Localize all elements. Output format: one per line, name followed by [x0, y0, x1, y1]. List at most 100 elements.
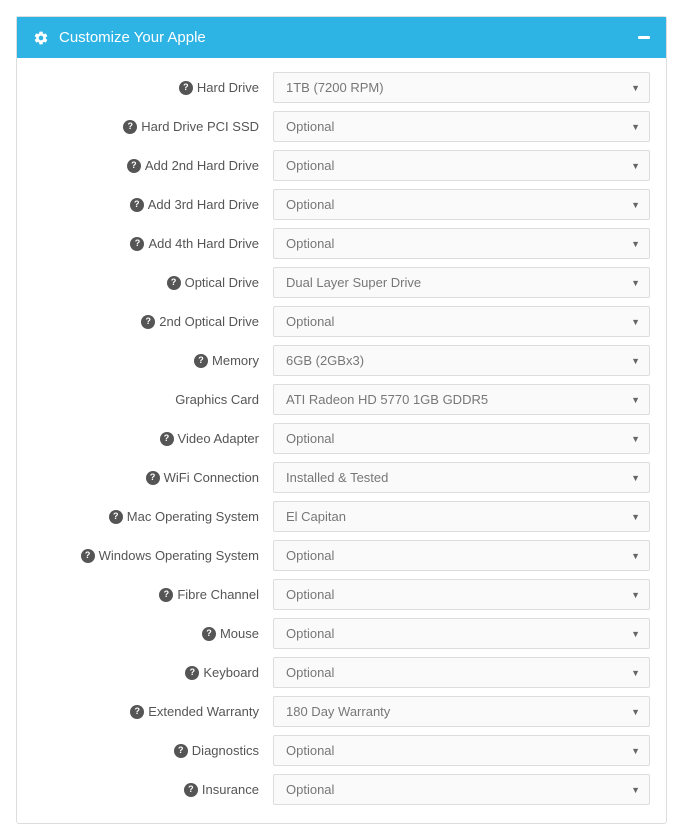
label-mouse: ? Mouse [33, 626, 273, 641]
select-fibre-channel[interactable]: Optional [273, 579, 650, 610]
select-diagnostics[interactable]: Optional [273, 735, 650, 766]
select-mac-os[interactable]: El Capitan [273, 501, 650, 532]
select-add-2nd-hard-drive[interactable]: Optional [273, 150, 650, 181]
label-text: Fibre Channel [177, 587, 259, 602]
label-text: Optical Drive [185, 275, 259, 290]
select-mouse[interactable]: Optional [273, 618, 650, 649]
help-icon[interactable]: ? [123, 120, 137, 134]
panel-body: ? Hard Drive 1TB (7200 RPM)▼? Hard Drive PC… [17, 58, 666, 823]
label-text: Add 4th Hard Drive [148, 236, 259, 251]
help-icon[interactable]: ? [179, 81, 193, 95]
form-row-video-adapter: ? Video Adapter Optional▼ [33, 423, 650, 454]
collapse-icon[interactable] [638, 36, 650, 39]
label-text: Memory [212, 353, 259, 368]
select-wrap-video-adapter: Optional▼ [273, 423, 650, 454]
label-text: Hard Drive [197, 80, 259, 95]
label-text: 2nd Optical Drive [159, 314, 259, 329]
form-row-insurance: ?InsuranceOptional▼ [33, 774, 650, 805]
select-keyboard[interactable]: Optional [273, 657, 650, 688]
help-icon[interactable]: ? [109, 510, 123, 524]
panel-header: Customize Your Apple [17, 17, 666, 58]
select-wrap-extended-warranty: 180 Day Warranty▼ [273, 696, 650, 727]
form-row-graphics-card: Graphics Card ATI Radeon HD 5770 1GB GDDR… [33, 384, 650, 415]
select-video-adapter[interactable]: Optional [273, 423, 650, 454]
label-text: Keyboard [203, 665, 259, 680]
help-icon[interactable]: ? [130, 198, 144, 212]
label-text: Mouse [220, 626, 259, 641]
form-row-add-4th-hard-drive: ? Add 4th Hard Drive Optional▼ [33, 228, 650, 259]
label-hard-drive: ? Hard Drive [33, 80, 273, 95]
select-optical-drive[interactable]: Dual Layer Super Drive [273, 267, 650, 298]
form-row-fibre-channel: ?Fibre ChannelOptional▼ [33, 579, 650, 610]
label-extended-warranty: ?Extended Warranty [33, 704, 273, 719]
label-optical-drive: ? Optical Drive [33, 275, 273, 290]
select-wrap-2nd-optical-drive: Optional▼ [273, 306, 650, 337]
form-row-hard-drive: ? Hard Drive 1TB (7200 RPM)▼ [33, 72, 650, 103]
select-memory[interactable]: 6GB (2GBx3) [273, 345, 650, 376]
label-add-3rd-hard-drive: ? Add 3rd Hard Drive [33, 197, 273, 212]
help-icon[interactable]: ? [159, 588, 173, 602]
select-wrap-graphics-card: ATI Radeon HD 5770 1GB GDDR5▼ [273, 384, 650, 415]
select-wrap-windows-os: Optional▼ [273, 540, 650, 571]
help-icon[interactable]: ? [130, 705, 144, 719]
help-icon[interactable]: ? [130, 237, 144, 251]
select-wrap-memory: 6GB (2GBx3)▼ [273, 345, 650, 376]
select-hard-drive-pci-ssd[interactable]: Optional [273, 111, 650, 142]
help-icon[interactable]: ? [160, 432, 174, 446]
form-row-wifi-connection: ? WiFi Connection Installed & Tested▼ [33, 462, 650, 493]
label-text: Hard Drive PCI SSD [141, 119, 259, 134]
select-wrap-mouse: Optional▼ [273, 618, 650, 649]
gear-icon [33, 30, 49, 46]
select-wrap-diagnostics: Optional▼ [273, 735, 650, 766]
label-text: Diagnostics [192, 743, 259, 758]
select-wrap-add-4th-hard-drive: Optional▼ [273, 228, 650, 259]
help-icon[interactable]: ? [194, 354, 208, 368]
select-extended-warranty[interactable]: 180 Day Warranty [273, 696, 650, 727]
form-row-windows-os: ?Windows Operating SystemOptional▼ [33, 540, 650, 571]
form-row-add-2nd-hard-drive: ?Add 2nd Hard DriveOptional▼ [33, 150, 650, 181]
help-icon[interactable]: ? [141, 315, 155, 329]
help-icon[interactable]: ? [185, 666, 199, 680]
select-wrap-add-2nd-hard-drive: Optional▼ [273, 150, 650, 181]
select-wrap-keyboard: Optional▼ [273, 657, 650, 688]
select-wrap-hard-drive: 1TB (7200 RPM)▼ [273, 72, 650, 103]
select-2nd-optical-drive[interactable]: Optional [273, 306, 650, 337]
label-fibre-channel: ? Fibre Channel [33, 587, 273, 602]
select-wrap-hard-drive-pci-ssd: Optional▼ [273, 111, 650, 142]
label-hard-drive-pci-ssd: ? Hard Drive PCI SSD [33, 119, 273, 134]
label-graphics-card: Graphics Card [33, 392, 273, 407]
label-text: Insurance [202, 782, 259, 797]
select-wrap-wifi-connection: Installed & Tested▼ [273, 462, 650, 493]
label-text: Video Adapter [178, 431, 259, 446]
label-windows-os: ?Windows Operating System [33, 548, 273, 563]
form-row-diagnostics: ? Diagnostics Optional▼ [33, 735, 650, 766]
form-row-memory: ? Memory 6GB (2GBx3)▼ [33, 345, 650, 376]
select-windows-os[interactable]: Optional [273, 540, 650, 571]
select-insurance[interactable]: Optional [273, 774, 650, 805]
form-row-mouse: ? Mouse Optional▼ [33, 618, 650, 649]
help-icon[interactable]: ? [184, 783, 198, 797]
select-graphics-card[interactable]: ATI Radeon HD 5770 1GB GDDR5 [273, 384, 650, 415]
help-icon[interactable]: ? [127, 159, 141, 173]
form-row-keyboard: ? Keyboard Optional▼ [33, 657, 650, 688]
label-diagnostics: ? Diagnostics [33, 743, 273, 758]
help-icon[interactable]: ? [81, 549, 95, 563]
select-add-4th-hard-drive[interactable]: Optional [273, 228, 650, 259]
form-row-2nd-optical-drive: ? 2nd Optical Drive Optional▼ [33, 306, 650, 337]
help-icon[interactable]: ? [174, 744, 188, 758]
select-add-3rd-hard-drive[interactable]: Optional [273, 189, 650, 220]
select-wifi-connection[interactable]: Installed & Tested [273, 462, 650, 493]
help-icon[interactable]: ? [202, 627, 216, 641]
label-text: Mac Operating System [127, 509, 259, 524]
label-text: Graphics Card [175, 392, 259, 407]
label-video-adapter: ? Video Adapter [33, 431, 273, 446]
label-text: WiFi Connection [164, 470, 259, 485]
select-wrap-optical-drive: Dual Layer Super Drive▼ [273, 267, 650, 298]
label-text: Add 3rd Hard Drive [148, 197, 259, 212]
form-row-mac-os: ?Mac Operating SystemEl Capitan▼ [33, 501, 650, 532]
help-icon[interactable]: ? [167, 276, 181, 290]
help-icon[interactable]: ? [146, 471, 160, 485]
label-mac-os: ? Mac Operating System [33, 509, 273, 524]
select-hard-drive[interactable]: 1TB (7200 RPM) [273, 72, 650, 103]
label-wifi-connection: ? WiFi Connection [33, 470, 273, 485]
